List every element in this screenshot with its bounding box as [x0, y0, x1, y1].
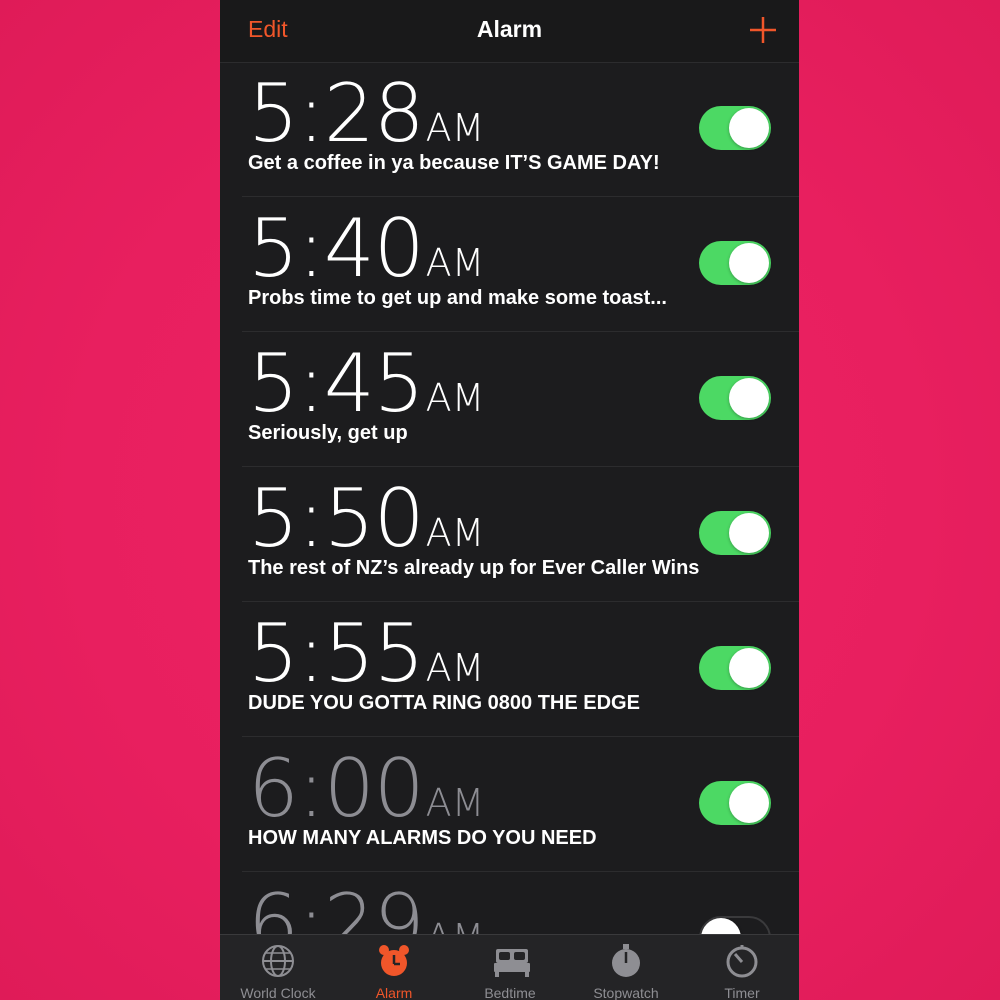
tab-label: Timer — [724, 985, 760, 1000]
bed-icon — [494, 949, 530, 977]
toggle-knob — [729, 648, 769, 688]
alarm-clock-icon — [379, 945, 409, 976]
toggle-knob — [729, 513, 769, 553]
tab-label: World Clock — [240, 985, 316, 1000]
globe-icon — [262, 945, 294, 977]
stopwatch-icon — [612, 944, 640, 977]
alarm-list: 5:28AM Get a coffee in ya because IT’S G… — [220, 62, 799, 1000]
alarm-app: Edit Alarm 5:28AM Get a coffee in ya bec… — [220, 0, 799, 1000]
alarm-row[interactable]: 5:40AM Probs time to get up and make som… — [242, 197, 799, 332]
tab-label: Bedtime — [484, 985, 536, 1000]
alarm-row[interactable]: 5:28AM Get a coffee in ya because IT’S G… — [242, 62, 799, 197]
alarm-label: The rest of NZ’s already up for Ever Cal… — [248, 557, 700, 579]
alarm-toggle[interactable] — [699, 646, 771, 690]
nav-bar: Edit Alarm — [220, 0, 799, 63]
toggle-knob — [729, 378, 769, 418]
alarm-ampm: AM — [425, 106, 485, 150]
page-title: Alarm — [476, 16, 543, 42]
alarm-row[interactable]: 5:45AM Seriously, get up — [242, 332, 799, 467]
tab-bar: World Clock Alarm Bedtime Stopwatch Time… — [220, 934, 799, 1000]
alarm-ampm: AM — [425, 376, 485, 420]
plus-icon[interactable] — [747, 14, 779, 46]
alarm-toggle[interactable] — [699, 106, 771, 150]
alarm-ampm: AM — [425, 511, 485, 555]
alarm-label: Seriously, get up — [248, 422, 408, 444]
tab-timer[interactable]: Timer — [684, 935, 799, 1000]
timer-icon — [726, 945, 758, 978]
toggle-knob — [729, 108, 769, 148]
alarm-label: DUDE YOU GOTTA RING 0800 THE EDGE — [248, 692, 640, 714]
tab-label: Alarm — [375, 985, 413, 1000]
alarm-row[interactable]: 5:50AM The rest of NZ’s already up for E… — [242, 467, 799, 602]
alarm-toggle[interactable] — [699, 376, 771, 420]
alarm-toggle[interactable] — [699, 511, 771, 555]
tab-bedtime[interactable]: Bedtime — [452, 935, 568, 1000]
tab-world-clock[interactable]: World Clock — [220, 935, 336, 1000]
alarm-toggle[interactable] — [699, 781, 771, 825]
tab-stopwatch[interactable]: Stopwatch — [568, 935, 684, 1000]
alarm-row[interactable]: 6:00AM HOW MANY ALARMS DO YOU NEED — [242, 737, 799, 872]
alarm-ampm: AM — [425, 241, 485, 285]
tab-label: Stopwatch — [593, 985, 659, 1000]
tab-alarm[interactable]: Alarm — [336, 935, 452, 1000]
alarm-label: Get a coffee in ya because IT’S GAME DAY… — [248, 152, 660, 174]
alarm-ampm: AM — [425, 646, 485, 690]
toggle-knob — [729, 783, 769, 823]
alarm-label: Probs time to get up and make some toast… — [248, 287, 667, 309]
alarm-ampm: AM — [425, 781, 485, 825]
alarm-label: HOW MANY ALARMS DO YOU NEED — [248, 827, 597, 849]
alarm-toggle[interactable] — [699, 241, 771, 285]
alarm-row[interactable]: 5:55AM DUDE YOU GOTTA RING 0800 THE EDGE — [242, 602, 799, 737]
toggle-knob — [729, 243, 769, 283]
